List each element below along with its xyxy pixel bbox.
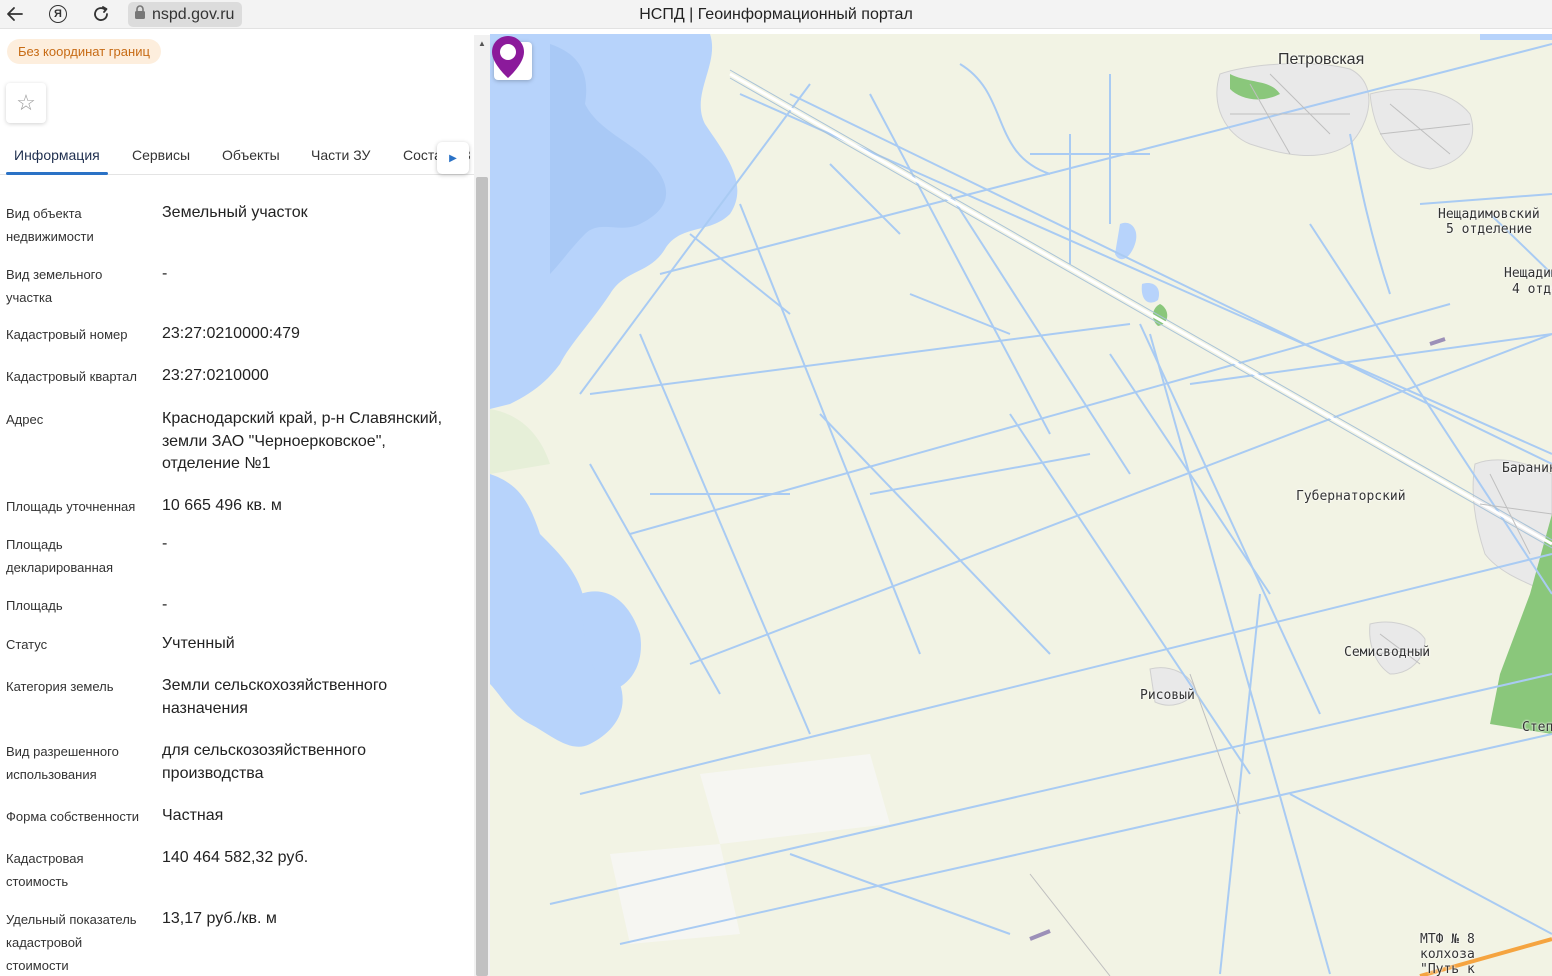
map-label-step: Степ [1522, 720, 1552, 735]
attr-value: Земельный участок [162, 204, 308, 221]
address-bar[interactable]: nspd.gov.ru [128, 2, 243, 27]
yandex-icon[interactable]: Я [45, 2, 71, 26]
tab-parts[interactable]: Части ЗУ [311, 147, 370, 163]
attr-label: Форма собственности [6, 809, 140, 824]
map-label-mtf-line2: колхоза [1420, 947, 1475, 962]
map-canvas [490, 34, 1552, 976]
attr-value: Краснодарский край, р-н Славянский, земл… [162, 410, 443, 472]
object-info-panel: Без координат границ ☆ Информация Сервис… [0, 35, 474, 976]
scroll-up-arrow-icon[interactable]: ▲ [474, 35, 490, 51]
attr-value: Учтенный [162, 635, 235, 652]
lock-icon [134, 5, 146, 24]
info-tabs: Информация Сервисы Объекты Части ЗУ Сост… [0, 135, 474, 175]
browser-toolbar: Я nspd.gov.ru НСПД | Геоинформационный п… [0, 0, 1552, 29]
attr-value: 140 464 582,32 руб. [162, 849, 309, 866]
yandex-logo: Я [49, 5, 67, 23]
attr-label: Вид разрешенного использования [6, 744, 119, 782]
scroll-thumb[interactable] [476, 177, 488, 976]
tab-objects[interactable]: Объекты [222, 147, 280, 163]
map-label-neshchadimovsky-5-line2: 5 отделение [1446, 222, 1533, 237]
attr-value: 10 665 496 кв. м [162, 497, 282, 514]
reload-icon[interactable] [88, 2, 114, 26]
tab-information[interactable]: Информация [14, 147, 100, 163]
map-label-mtf-line1: МТФ № 8 [1420, 932, 1475, 947]
attr-label: Статус [6, 637, 48, 652]
attr-value: - [162, 596, 168, 613]
attr-label: Площадь уточненная [6, 499, 136, 514]
map-label-mtf-line3: "Путь к [1420, 962, 1475, 976]
map-label-semisvodny: Семисводный [1344, 645, 1431, 660]
attr-value: 13,17 руб./кв. м [162, 910, 277, 927]
attr-label: Вид земельного участка [6, 267, 103, 305]
attr-label: Кадастровый квартал [6, 369, 137, 384]
attr-value: Частная [162, 807, 224, 824]
settlements [1149, 63, 1552, 706]
map-label-gubernatorsky: Губернаторский [1296, 489, 1406, 504]
map-label-baranik: Баранин [1502, 461, 1552, 476]
attr-label: Категория земель [6, 679, 114, 694]
attr-label: Вид объекта недвижимости [6, 206, 94, 244]
map-label-neshchadimovsky-4-line1: Нещадимовс [1504, 266, 1552, 281]
favorite-button[interactable]: ☆ [6, 83, 46, 123]
attr-label: Площадь декларированная [6, 537, 114, 575]
map-label-neshchadimovsky-5-line1: Нещадимовский [1438, 207, 1540, 222]
attr-label: Адрес [6, 412, 44, 427]
attr-label: Кадастровая стоимость [6, 851, 84, 889]
panel-scrollbar[interactable]: ▲ [474, 35, 490, 976]
tab-services[interactable]: Сервисы [132, 147, 190, 163]
tabs-scroll-right-button[interactable]: ▶ [437, 142, 469, 174]
attr-value: - [162, 535, 168, 552]
star-icon: ☆ [16, 90, 36, 115]
attr-value: Земли сельскохозяйственного назначения [162, 677, 388, 717]
attr-label: Площадь [6, 598, 63, 613]
map-label-petrovskaya: Петровская [1278, 51, 1365, 68]
url-text: nspd.gov.ru [152, 5, 235, 23]
attr-label: Удельный показатель кадастровой стоимост… [6, 912, 137, 973]
map-label-risovy: Рисовый [1140, 688, 1195, 703]
attr-value[interactable]: 23:27:0210000:479 [162, 323, 452, 346]
location-pin-icon[interactable] [490, 34, 526, 80]
status-badge: Без координат границ [7, 39, 161, 64]
map-view[interactable]: « Петровская Нещадимовский 5 отделение Н… [490, 34, 1552, 976]
back-arrow-icon[interactable] [2, 2, 28, 26]
active-tab-indicator [6, 172, 108, 175]
attr-label: Кадастровый номер [6, 327, 128, 342]
attr-value: для сельскозозяйственного производства [162, 742, 367, 782]
attr-value[interactable]: 23:27:0210000 [162, 365, 452, 388]
map-label-neshchadimovsky-4-line2: 4 отделен [1512, 282, 1552, 297]
attr-value: - [162, 265, 168, 282]
caret-right-icon: ▶ [449, 152, 457, 164]
